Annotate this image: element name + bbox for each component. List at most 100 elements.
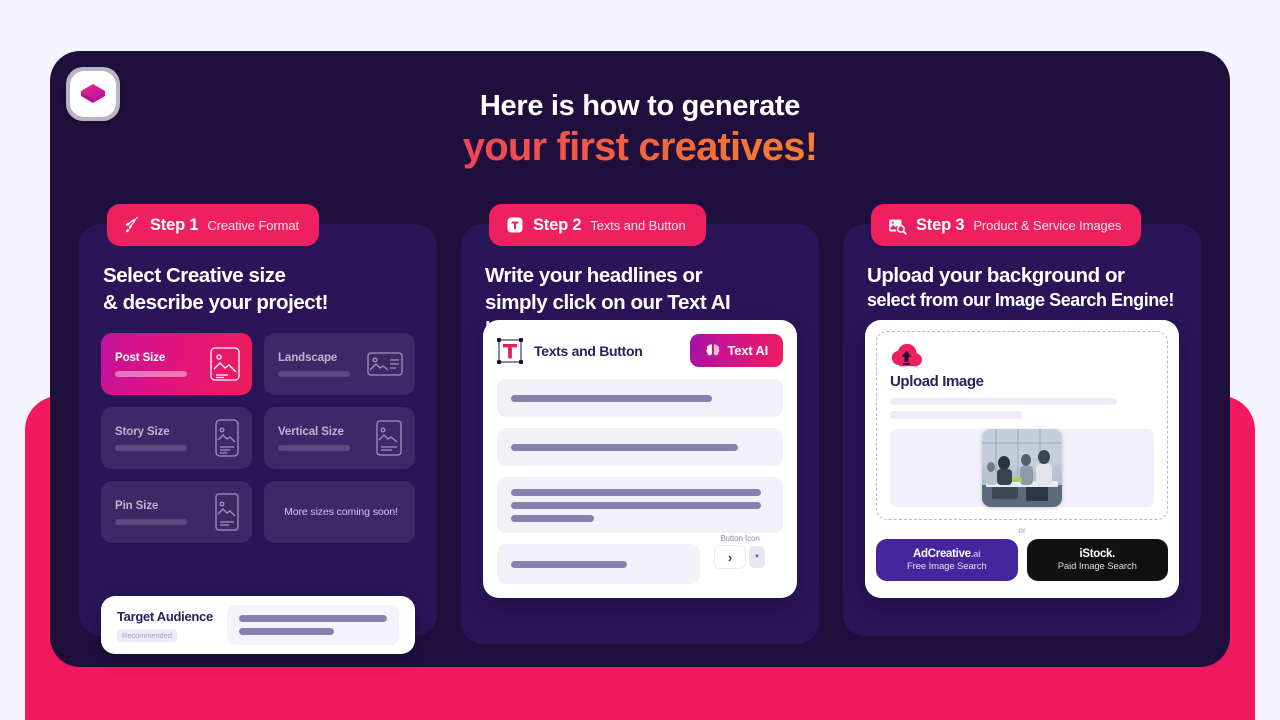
size-card-label: Pin Size: [115, 499, 159, 512]
skeleton-bar: [511, 443, 739, 451]
image-search-icon: [889, 219, 907, 235]
chevron-down-icon[interactable]: ▼: [749, 546, 765, 568]
button-icon-label: Button Icon: [720, 534, 760, 543]
image-story-icon: [215, 419, 239, 457]
headline-input-row-2[interactable]: [497, 428, 783, 466]
skeleton-bar: [890, 411, 1022, 419]
istock-subtitle: Paid Image Search: [1057, 561, 1137, 572]
size-card-landscape[interactable]: Landscape: [264, 333, 415, 396]
skeleton-bar: [238, 615, 387, 622]
step-column-1: Step 1 Creative Format Select Creative s…: [79, 204, 437, 654]
step-1-title: Select Creative size & describe your pro…: [101, 262, 415, 316]
step-2-number: Step 2: [533, 215, 582, 234]
step-column-3: Step 3 Product & Service Images Upload y…: [843, 204, 1201, 654]
headline-input-row-1[interactable]: [497, 379, 783, 417]
adcreative-free-search-button[interactable]: AdCreative.ai Free Image Search: [876, 539, 1018, 581]
step-3-subtitle: Product & Service Images: [973, 217, 1122, 233]
image-landscape-icon: [367, 352, 403, 376]
page-headline: Here is how to generate your first creat…: [0, 88, 1280, 170]
chevron-right-icon[interactable]: ›: [715, 546, 745, 568]
texts-and-button-card: Texts and Button Text AI Button Icon › ▼: [483, 320, 797, 598]
text-tool-icon: [507, 217, 523, 233]
skeleton-bar: [511, 501, 762, 509]
size-card-text: Landscape: [278, 352, 350, 377]
step-2-title-line-1: Write your headlines or: [485, 264, 703, 287]
size-card-coming-soon: More sizes coming soon!: [264, 481, 415, 544]
size-card-skeleton-bar: [115, 444, 187, 451]
headline-line-1: Here is how to generate: [479, 90, 801, 122]
skeleton-bar: [511, 560, 627, 568]
skeleton-bar: [511, 514, 594, 522]
size-card-text: Story Size: [115, 426, 187, 451]
adcreative-name: AdCreative.ai: [913, 548, 981, 560]
recommended-badge: Recommended: [117, 628, 177, 642]
image-square-icon: [210, 347, 240, 381]
size-card-post-size[interactable]: Post Size: [101, 333, 252, 396]
step-3-number: Step 3: [916, 215, 965, 234]
adcreative-subtitle: Free Image Search: [906, 561, 987, 572]
size-card-pin-size[interactable]: Pin Size: [101, 481, 252, 544]
target-audience-card[interactable]: Target Audience Recommended: [101, 596, 415, 654]
size-card-vertical-size[interactable]: Vertical Size: [264, 407, 415, 470]
size-card-label: Story Size: [115, 425, 170, 438]
istock-paid-search-button[interactable]: iStock. Paid Image Search: [1026, 539, 1168, 581]
size-card-skeleton-bar: [278, 370, 350, 377]
skeleton-bar: [890, 397, 1118, 406]
skeleton-bar: [511, 394, 713, 402]
size-card-text: Vertical Size: [278, 426, 350, 451]
step-1-badge: Step 1 Creative Format: [107, 204, 320, 246]
size-card-skeleton-bar: [278, 444, 350, 451]
headline-line-2: your first creatives!: [0, 124, 1280, 170]
step-3-badge: Step 3 Product & Service Images: [871, 204, 1142, 246]
step-3-title-line-1: Upload your background or: [867, 264, 1125, 287]
creative-size-grid: Post Size Landscape Story Size Vertical …: [101, 333, 415, 544]
texts-card-header: Texts and Button Text AI: [497, 334, 783, 367]
step-1-subtitle: Creative Format: [207, 217, 300, 233]
image-pin-icon: [215, 493, 239, 531]
text-tool-selected-icon: [497, 337, 523, 364]
size-card-skeleton-bar: [115, 518, 187, 525]
button-text-row: Button Icon › ▼: [497, 534, 783, 584]
text-ai-label: Text AI: [727, 343, 769, 358]
cloud-upload-icon: [891, 343, 922, 367]
upload-title: Upload Image: [890, 372, 984, 390]
step-1-panel: Select Creative size & describe your pro…: [79, 224, 437, 654]
screen-root: Here is how to generate your first creat…: [0, 0, 1280, 720]
size-card-label: Post Size: [115, 351, 166, 364]
button-text-input[interactable]: [497, 544, 701, 584]
texts-card-title: Texts and Button: [534, 342, 643, 359]
step-3-panel: Upload your background or select from ou…: [843, 224, 1201, 636]
steps-columns: Step 1 Creative Format Select Creative s…: [50, 204, 1230, 654]
image-vertical-icon: [376, 420, 402, 456]
coming-soon-label: More sizes coming soon!: [284, 506, 398, 519]
upload-dropzone[interactable]: Upload Image: [876, 331, 1168, 520]
skeleton-bar: [238, 628, 334, 635]
office-meeting-photo[interactable]: [982, 429, 1062, 507]
size-card-label: Landscape: [278, 351, 338, 364]
step-1-title-line-2: & describe your project!: [103, 291, 329, 315]
image-source-buttons: AdCreative.ai Free Image Search iStock. …: [876, 539, 1168, 581]
step-column-2: Step 2 Texts and Button Write your headl…: [461, 204, 819, 654]
step-3-title-line-2: select from our Image Search Engine!: [867, 290, 1174, 311]
button-icon-selector: Button Icon › ▼: [715, 534, 765, 568]
text-ai-button[interactable]: Text AI: [689, 334, 783, 367]
skeleton-bar: [511, 488, 762, 496]
button-icon-group: › ▼: [715, 546, 765, 568]
upload-card: Upload Image or AdCreative.ai Free Image…: [865, 320, 1179, 598]
texts-card-header-left: Texts and Button: [497, 337, 643, 364]
target-audience-left: Target Audience Recommended: [117, 609, 213, 642]
target-audience-input[interactable]: [226, 605, 399, 645]
step-1-number: Step 1: [150, 215, 199, 234]
step-2-badge: Step 2 Texts and Button: [489, 204, 706, 246]
uploaded-image-area: [890, 429, 1154, 507]
step-1-title-line-1: Select Creative size: [103, 264, 286, 287]
description-input-row[interactable]: [497, 477, 783, 533]
or-separator-label: or: [1018, 525, 1026, 535]
rocket-icon: [125, 216, 139, 232]
brain-icon: [705, 344, 719, 356]
step-3-title: Upload your background or select from ou…: [865, 262, 1179, 313]
size-card-story-size[interactable]: Story Size: [101, 407, 252, 470]
istock-name: iStock.: [1079, 548, 1116, 560]
step-2-panel: Write your headlines or simply click on …: [461, 224, 819, 644]
size-card-label: Vertical Size: [278, 425, 344, 438]
